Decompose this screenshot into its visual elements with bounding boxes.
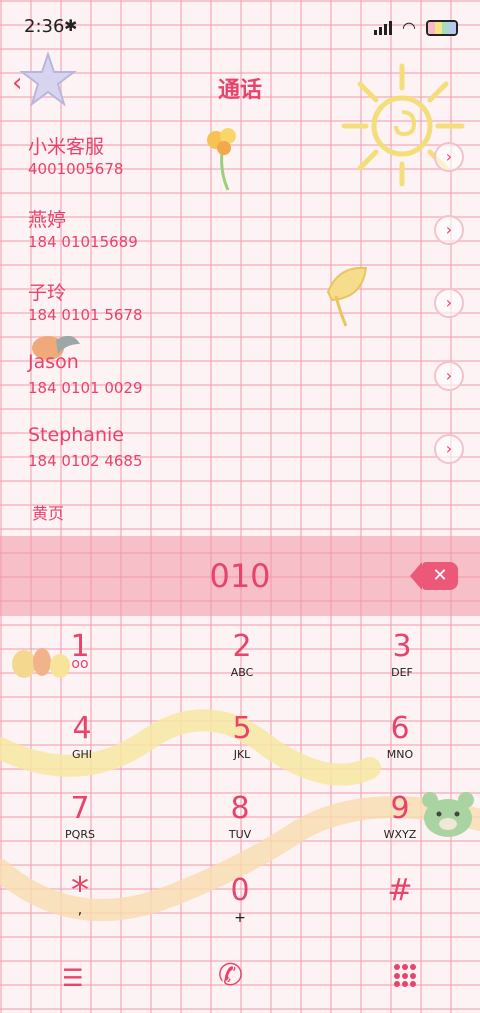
key-star[interactable]: * , bbox=[20, 873, 140, 944]
key-letters: JKL bbox=[233, 748, 251, 761]
key-3[interactable]: 3 DEF bbox=[342, 630, 462, 700]
key-6[interactable]: 6 MNO bbox=[340, 712, 460, 782]
key-2[interactable]: 2 ABC bbox=[182, 630, 302, 700]
bluetooth-icon: ✱ bbox=[64, 16, 78, 35]
key-8[interactable]: 8 TUV bbox=[180, 792, 300, 862]
contact-number: 184 01015689 bbox=[28, 233, 138, 251]
list-item[interactable]: 小米客服 4001005678 › bbox=[0, 130, 480, 203]
chevron-right-icon[interactable]: › bbox=[434, 215, 464, 245]
dialed-number: 010 bbox=[209, 557, 271, 595]
contact-name: 燕婷 bbox=[28, 209, 67, 231]
key-digit: # bbox=[387, 873, 413, 908]
key-digit: 7 bbox=[70, 791, 90, 826]
list-item[interactable]: 子玲 184 0101 5678 › bbox=[0, 276, 480, 349]
contact-number: 184 0101 5678 bbox=[28, 306, 143, 324]
key-7[interactable]: 7 PQRS bbox=[20, 792, 140, 862]
contact-name: Stephanie bbox=[28, 424, 124, 446]
contact-number: 4001005678 bbox=[28, 160, 124, 178]
key-letters: + bbox=[234, 910, 246, 926]
key-1[interactable]: 1 oo bbox=[20, 630, 140, 700]
signal-icon bbox=[374, 20, 393, 35]
key-4[interactable]: 4 GHI bbox=[22, 712, 142, 782]
status-time: 2:36 bbox=[24, 16, 65, 37]
page-title: 通话 bbox=[217, 78, 262, 103]
key-letters: WXYZ bbox=[383, 828, 417, 841]
key-letters: ABC bbox=[230, 666, 254, 679]
menu-icon[interactable]: ☰ bbox=[62, 964, 84, 992]
key-digit: 9 bbox=[390, 791, 410, 826]
list-item[interactable]: Jason 184 0101 0029 › bbox=[0, 349, 480, 422]
key-digit: 3 bbox=[392, 629, 412, 664]
key-letters: PQRS bbox=[65, 828, 95, 841]
key-9[interactable]: 9 WXYZ bbox=[340, 792, 460, 862]
voicemail-icon: oo bbox=[71, 656, 89, 672]
status-bar: 2:36 ✱ ◠ bbox=[0, 0, 480, 52]
yellow-pages-link[interactable]: 黄页 bbox=[32, 500, 64, 524]
key-letters: MNO bbox=[386, 748, 414, 761]
wifi-icon: ◠ bbox=[402, 18, 416, 37]
key-digit: 0 bbox=[230, 873, 250, 908]
chevron-right-icon[interactable]: › bbox=[434, 434, 464, 464]
key-digit: 5 bbox=[232, 711, 252, 746]
contact-name: Jason bbox=[28, 351, 79, 373]
chevron-right-icon[interactable]: › bbox=[434, 142, 464, 172]
contact-number: 184 0102 4685 bbox=[28, 452, 143, 470]
bottom-bar: ☰ ✆ bbox=[0, 948, 480, 1008]
dial-display: 010 ✕ bbox=[0, 536, 480, 616]
key-letters: DEF bbox=[391, 666, 413, 679]
contact-name: 子玲 bbox=[28, 282, 67, 304]
key-hash[interactable]: # bbox=[340, 874, 460, 944]
key-letters: GHI bbox=[71, 748, 93, 761]
header-bar: ‹ 通话 bbox=[0, 60, 480, 106]
system-icons: ◠ bbox=[374, 18, 458, 37]
battery-icon bbox=[426, 19, 458, 36]
key-digit: 8 bbox=[230, 791, 250, 826]
key-letters: TUV bbox=[228, 828, 252, 841]
chevron-right-icon[interactable]: › bbox=[434, 288, 464, 318]
contact-number: 184 0101 0029 bbox=[28, 379, 143, 397]
contact-name: 小米客服 bbox=[28, 136, 105, 158]
list-item[interactable]: Stephanie 184 0102 4685 › bbox=[0, 422, 480, 495]
key-digit: 4 bbox=[72, 711, 92, 746]
key-digit: 6 bbox=[390, 711, 410, 746]
phone-call-icon[interactable]: ✆ bbox=[218, 958, 243, 993]
key-5[interactable]: 5 JKL bbox=[182, 712, 302, 782]
key-letters: , bbox=[77, 902, 83, 918]
contact-list: 小米客服 4001005678 › 燕婷 184 01015689 › 子玲 1… bbox=[0, 130, 480, 495]
key-digit: 2 bbox=[232, 629, 252, 664]
backspace-icon[interactable]: ✕ bbox=[410, 562, 458, 590]
keypad-icon[interactable] bbox=[394, 964, 418, 988]
chevron-right-icon[interactable]: › bbox=[434, 361, 464, 391]
key-0[interactable]: 0 + bbox=[180, 874, 300, 944]
list-item[interactable]: 燕婷 184 01015689 › bbox=[0, 203, 480, 276]
